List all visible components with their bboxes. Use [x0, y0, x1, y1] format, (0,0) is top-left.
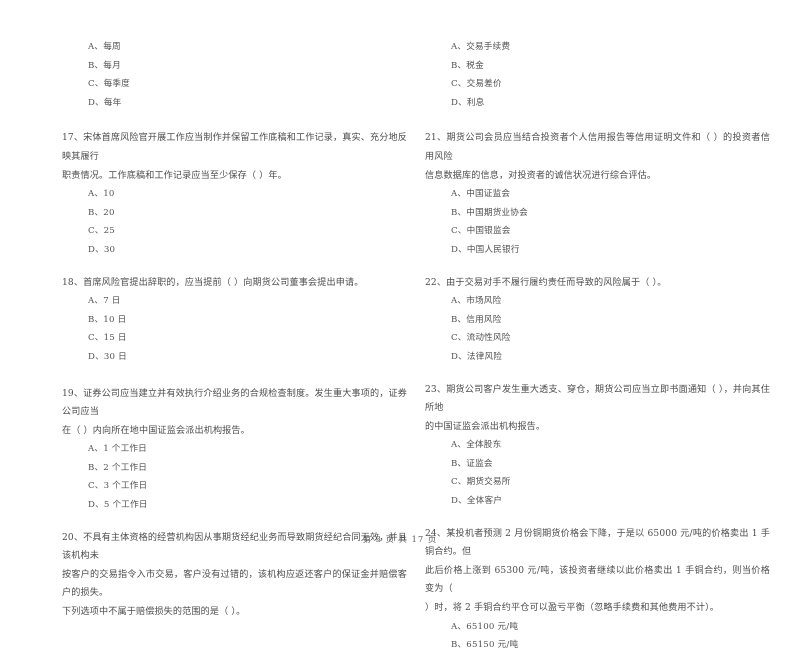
option-item: B、中国期货业协会: [451, 207, 528, 218]
option-item: B、信用风险: [451, 314, 502, 325]
question-stem-line: 17、宋体首席风险官开展工作应当制作并保留工作底稿和工作记录，真实、充分地反映其…: [62, 133, 407, 162]
option-item: C、中国银监会: [451, 226, 511, 237]
option-item: C、3 个工作日: [88, 481, 148, 492]
option-item: C、期货交易所: [451, 477, 511, 488]
question-18: 18、首席风险官提出辞职的，应当提前（ ）向期货公司董事会提出申请。 A、7 日…: [62, 274, 407, 367]
option-item: D、全体客户: [451, 496, 503, 507]
question-stem-line: 21、期货公司会员应当结合投资者个人信用报告等信用证明文件和（ ）的投资者信用风…: [425, 133, 770, 162]
option-item: D、法律风险: [451, 351, 503, 362]
continued-options-left: A、每周 B、每月 C、每季度 D、每年: [62, 38, 407, 112]
question-24-options: A、65100 元/吨 B、65150 元/吨: [425, 618, 770, 655]
question-stem-line: 18、首席风险官提出辞职的，应当提前（ ）向期货公司董事会提出申请。: [62, 277, 364, 288]
option-item: A、每周: [88, 42, 121, 52]
option-item: D、中国人民银行: [451, 244, 520, 255]
exam-page: A、每周 B、每月 C、每季度 D、每年 17、宋体首席风险官开展工作应当制作并…: [0, 0, 800, 650]
question-21: 21、期货公司会员应当结合投资者个人信用报告等信用证明文件和（ ）的投资者信用风…: [425, 129, 770, 259]
question-stem-line: 职责情况。工作底稿和工作记录应当至少保存（ ）年。: [62, 170, 287, 181]
page-columns: A、每周 B、每月 C、每季度 D、每年 17、宋体首席风险官开展工作应当制作并…: [0, 38, 800, 660]
option-item: A、市场风险: [451, 296, 502, 307]
page-footer: 第 3 页 共 17 页: [362, 534, 438, 544]
option-item: A、全体股东: [451, 440, 502, 451]
question-stem-line: 22、由于交易对手不履行履约责任而导致的风险属于（ ）。: [425, 277, 667, 288]
question-stem-line: 下列选项中不属于赔偿损失的范围的是（ ）。: [62, 607, 246, 618]
option-item: B、65150 元/吨: [451, 640, 519, 651]
question-23-options: A、全体股东 B、证监会 C、期货交易所 D、全体客户: [425, 436, 770, 510]
option-item: C、15 日: [88, 333, 127, 344]
question-21-options: A、中国证监会 B、中国期货业协会 C、中国银监会 D、中国人民银行: [425, 185, 770, 259]
question-19: 19、证券公司应当建立并有效执行介绍业务的合规检查制度。发生重大事项的，证券公司…: [62, 385, 407, 515]
question-stem-line: 23、期货公司客户发生重大透支、穿仓，期货公司应当立即书面通知（ ），并向其住所…: [425, 384, 770, 414]
option-item: C、每季度: [88, 79, 130, 90]
option-item: A、交易手续费: [451, 42, 511, 52]
option-item: B、证监会: [451, 458, 493, 469]
question-stem-line: ）时，将 2 手铜合约平仓可以盈亏平衡（忽略手续费和其他费用不计）。: [425, 603, 720, 614]
option-item: B、20: [88, 207, 115, 218]
question-22-options: A、市场风险 B、信用风险 C、流动性风险 D、法律风险: [425, 292, 770, 366]
question-stem-line: 此后价格上涨到 65300 元/吨，该投资者继续以此价格卖出 1 手铜合约，则当…: [425, 565, 770, 595]
option-item: C、25: [88, 226, 115, 237]
question-17: 17、宋体首席风险官开展工作应当制作并保留工作底稿和工作记录，真实、充分地反映其…: [62, 129, 407, 259]
option-item: B、10 日: [88, 314, 127, 325]
option-item: D、每年: [88, 97, 122, 108]
option-item: B、2 个工作日: [88, 462, 148, 473]
option-item: B、每月: [88, 60, 121, 71]
right-column: A、交易手续费 B、税金 C、交易差价 D、利息 21、期货公司会员应当结合投资…: [425, 38, 770, 660]
question-stem-line: 的中国证监会派出机构报告。: [425, 421, 546, 432]
option-item: C、流动性风险: [451, 333, 511, 344]
option-item: D、利息: [451, 97, 485, 108]
option-item: A、65100 元/吨: [451, 621, 519, 632]
question-23: 23、期货公司客户发生重大透支、穿仓，期货公司应当立即书面通知（ ），并向其住所…: [425, 381, 770, 511]
question-stem-line: 19、证券公司应当建立并有效执行介绍业务的合规检查制度。发生重大事项的，证券公司…: [62, 388, 407, 418]
option-item: D、30: [88, 244, 116, 255]
question-22: 22、由于交易对手不履行履约责任而导致的风险属于（ ）。 A、市场风险 B、信用…: [425, 274, 770, 367]
question-stem-line: 在（ ）内向所在地中国证监会派出机构报告。: [62, 425, 250, 436]
option-item: B、税金: [451, 60, 484, 71]
question-stem-line: 信息数据库的信息，对投资者的诚信状况进行综合评估。: [425, 170, 657, 181]
option-item: A、7 日: [88, 296, 121, 307]
question-17-options: A、10 B、20 C、25 D、30: [62, 185, 407, 259]
option-item: D、30 日: [88, 351, 127, 362]
question-18-options: A、7 日 B、10 日 C、15 日 D、30 日: [62, 292, 407, 366]
question-stem-line: 按客户的交易指令入市交易，客户没有过错的，该机构应返还客户的保证金并赔偿客户的损…: [62, 569, 407, 599]
continued-options-right: A、交易手续费 B、税金 C、交易差价 D、利息: [425, 38, 770, 112]
question-19-options: A、1 个工作日 B、2 个工作日 C、3 个工作日 D、5 个工作日: [62, 440, 407, 514]
option-item: A、中国证监会: [451, 189, 511, 200]
option-item: C、交易差价: [451, 79, 502, 90]
option-item: A、1 个工作日: [88, 444, 147, 455]
option-item: D、5 个工作日: [88, 500, 148, 511]
option-item: A、10: [88, 189, 115, 200]
